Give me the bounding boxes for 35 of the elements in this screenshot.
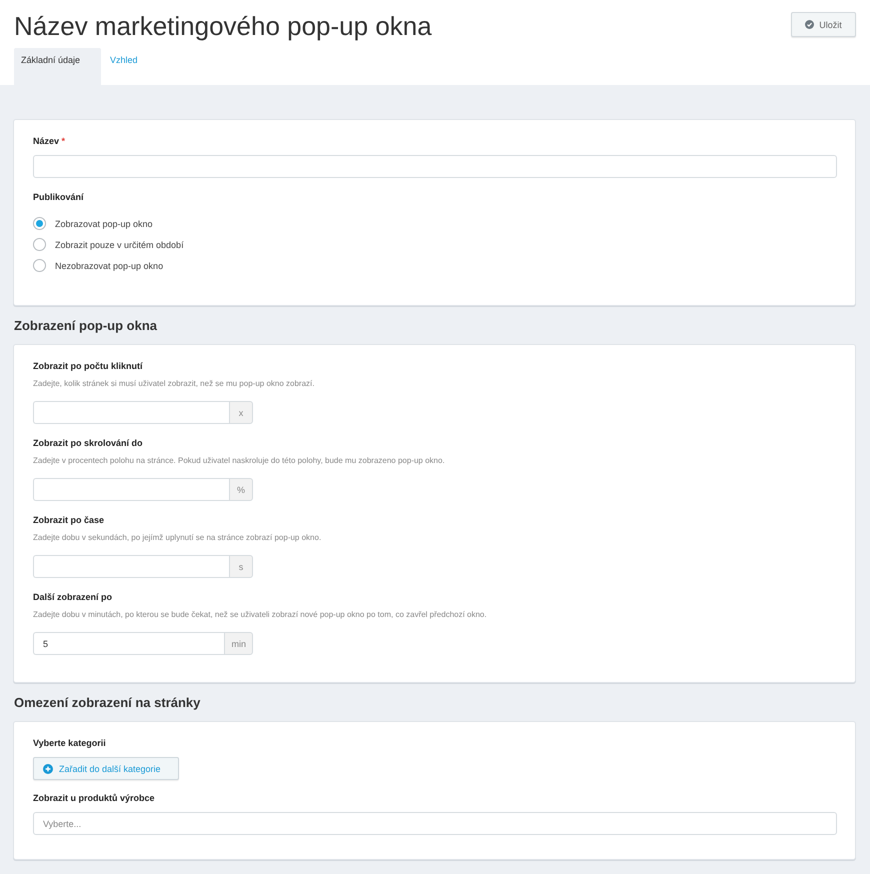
plus-circle-icon — [43, 764, 53, 774]
check-circle-icon — [805, 20, 814, 29]
number-input[interactable] — [33, 478, 229, 501]
unit-addon: % — [229, 478, 253, 501]
section-heading: Zobrazení pop-up okna — [14, 317, 157, 335]
save-button[interactable]: Uložit — [791, 12, 856, 37]
field-label: Další zobrazení po — [33, 591, 112, 603]
radio-button[interactable] — [33, 217, 46, 230]
number-input[interactable] — [33, 555, 229, 578]
number-input[interactable]: 5 — [33, 632, 224, 655]
hint-text: Zadejte dobu v sekundách, po jejímž uplynutí se na stránce zobrazí pop-up okno. — [33, 532, 322, 543]
select-field[interactable]: Vyberte... — [33, 812, 837, 835]
radio-label[interactable]: Nezobrazovat pop-up okno — [55, 260, 164, 272]
hint-text: Zadejte, kolik stránek si musí uživatel zobrazit, než se mu pop-up okno zobrazí. — [33, 378, 314, 389]
field-label: Název * — [33, 135, 66, 147]
page-title: Název marketingového pop-up okna — [14, 11, 432, 41]
radio-button[interactable] — [33, 259, 46, 272]
field-label: Zobrazit u produktů výrobce — [33, 792, 155, 804]
number-input[interactable] — [33, 401, 229, 424]
field-label: Zobrazit po čase — [33, 514, 104, 526]
hint-text: Zadejte dobu v minutách, po kterou se bude čekat, než se uživateli zobrazí nové pop-up okno po tom, co zavřel předchozí okno. — [33, 609, 487, 620]
field-label: Zobrazit po počtu kliknutí — [33, 360, 142, 372]
unit-addon: s — [229, 555, 253, 578]
radio-button[interactable] — [33, 238, 46, 251]
hint-text: Zadejte v procentech polohu na stránce. Pokud uživatel naskroluje do této polohy, bude mu zobrazeno pop-up okno. — [33, 455, 445, 466]
field-label: Publikování — [33, 191, 84, 203]
tab[interactable]: Základní údaje — [14, 48, 101, 85]
unit-addon: min — [224, 632, 253, 655]
field-label: Vyberte kategorii — [33, 737, 106, 749]
radio-label[interactable]: Zobrazit pouze v určitém období — [55, 238, 184, 250]
field-label: Zobrazit po skrolování do — [33, 437, 143, 449]
text-input[interactable] — [33, 155, 837, 178]
unit-addon: x — [229, 401, 253, 424]
radio-label[interactable]: Zobrazovat pop-up okno — [55, 218, 153, 230]
section-heading: Omezení zobrazení na stránky — [14, 694, 200, 712]
